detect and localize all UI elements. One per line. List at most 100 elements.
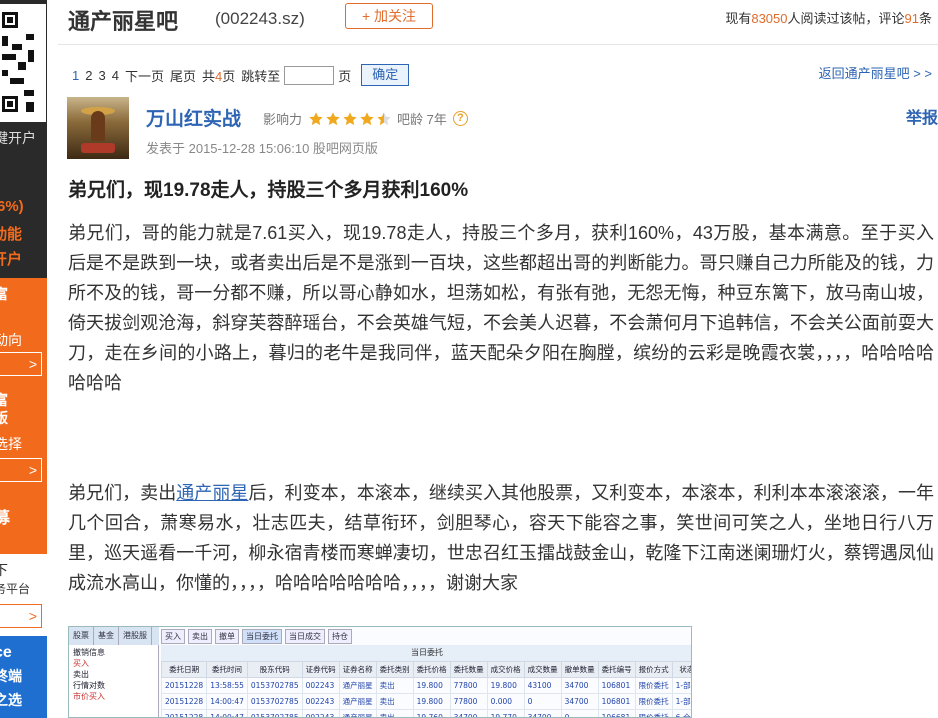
shot-tree: 撤销信息 买入 卖出 行情对数 市价买入: [69, 645, 159, 717]
shot-toolbar: 买入 卖出 撤单 当日委托 当日成交 持仓: [161, 629, 355, 644]
shot-panel-title: 当日委托: [161, 645, 691, 661]
shot-table-cell: 13:58:55: [206, 677, 248, 694]
shot-table-cell: 002243: [301, 677, 340, 694]
star-icon: [326, 111, 340, 125]
sidebar-block2-sub: 版: [0, 410, 8, 426]
shot-table-cell: 19.770: [486, 709, 525, 717]
rating-stars: [308, 111, 393, 127]
shot-table-header-cell: 委托编号: [597, 661, 636, 678]
sidebar-ad-block-1[interactable]: 富 动向 >: [0, 278, 47, 388]
shot-table-header-cell: 委托日期: [160, 661, 208, 678]
shot-table-cell: 19.800: [486, 677, 525, 694]
sidebar-block5-title: ce: [0, 644, 12, 661]
shot-table-cell: 0153702785: [246, 677, 303, 694]
page-unit: 页: [338, 68, 352, 84]
shot-table-header-cell: 撤单数量: [560, 661, 599, 678]
shot-table-cell: 通产丽星: [338, 677, 377, 694]
shot-table-cell: 77800: [449, 677, 488, 694]
sidebar-promo-line2: 动能: [0, 226, 23, 243]
bar-title[interactable]: 通产丽星吧: [68, 4, 178, 36]
shot-table-cell: 43100: [523, 677, 562, 694]
shot-toolbar-item: 持仓: [328, 629, 352, 644]
shot-table-cell: 0: [560, 709, 599, 717]
shot-table-header-cell: 成交价格: [486, 661, 525, 678]
sidebar-ad-block-5[interactable]: ce 终端 之选: [0, 636, 47, 718]
shot-table-body: 20151228 13:58:55 0153702785 002243 通产丽星 卖出 19…: [160, 677, 691, 717]
sidebar-block2-title: 富: [0, 392, 8, 408]
report-link[interactable]: 举报: [906, 104, 938, 128]
sidebar-ad-block-2[interactable]: 富 版 选择 >: [0, 388, 47, 498]
readers-count: 83050: [751, 11, 788, 26]
shot-table-cell: 34700: [449, 709, 488, 717]
sidebar-promo-line1: -6%): [0, 198, 24, 215]
shot-tree-item: 买入: [73, 659, 89, 668]
shot-table-cell: 通产丽星: [338, 693, 377, 710]
shot-table-cell: 77800: [449, 693, 488, 710]
sidebar-ad-block-3[interactable]: 募: [0, 498, 47, 554]
shot-table-header-cell: 状态说明: [671, 661, 691, 678]
para2-before: 弟兄们，卖出: [68, 483, 177, 503]
post-title: 弟兄们，现19.78走人，持股三个多月获利160%: [68, 180, 469, 201]
jump-page-input[interactable]: [284, 65, 335, 85]
star-icon: [309, 111, 323, 125]
star-icon: [377, 111, 391, 125]
shot-table-cell: 1-部成部撤: [671, 693, 691, 710]
post-paragraph-2: 弟兄们，卖出通产丽星后，利变本，本滚本，继续买入其他股票，又利变本，本滚本，利利…: [68, 478, 934, 598]
shot-table-cell: 限价委托: [634, 709, 673, 717]
sidebar-block1-title: 富: [0, 286, 8, 302]
header-divider: [58, 44, 938, 45]
shot-table-cell: 19.760: [412, 709, 451, 717]
jump-confirm-button[interactable]: 确定: [361, 64, 410, 86]
shot-table-header-cell: 报价方式: [634, 661, 673, 678]
shot-toolbar-item: 卖出: [188, 629, 212, 644]
page-link-3[interactable]: 3: [98, 68, 105, 83]
last-page-link[interactable]: 尾页: [170, 66, 196, 85]
shot-table-cell: 通产丽星: [338, 709, 377, 717]
sidebar-block2-arrow-button[interactable]: >: [0, 458, 42, 482]
shot-table-cell: 106681: [597, 709, 636, 717]
shot-table-cell: 19.800: [412, 677, 451, 694]
shot-table-row: 20151228 14:00:47 0153702785 002243 通产丽星 卖出 19…: [160, 709, 691, 717]
shot-table-cell: 14:00:47: [206, 709, 248, 717]
shot-table-header-cell: 委托数量: [449, 661, 488, 678]
sidebar-block1-arrow-button[interactable]: >: [0, 352, 42, 376]
follow-button[interactable]: + 加关注: [345, 3, 433, 29]
influence-label: 影响力: [263, 112, 303, 127]
sidebar-qr-label: 键开户: [0, 130, 36, 146]
shot-tab: 股票: [69, 627, 94, 645]
total-suffix: 页: [222, 68, 236, 84]
star-icon: [360, 111, 374, 125]
shot-table-cell: 卖出: [375, 709, 414, 717]
author-avatar[interactable]: [67, 97, 129, 159]
page-link-1[interactable]: 1: [72, 68, 79, 83]
shot-table-cell: 106801: [597, 693, 636, 710]
shot-table-header-cell: 证券名称: [338, 661, 377, 678]
qr-code-icon: [0, 4, 46, 122]
shot-table-cell: 0153702785: [246, 693, 303, 710]
page-link-4[interactable]: 4: [112, 68, 119, 83]
next-page-link[interactable]: 下一页: [125, 66, 164, 85]
trade-screenshot-image: 股票 基金 港股服 买入 卖出 撤单 当日委托 当日成交 持仓 撤销信息 买入 …: [68, 626, 692, 718]
shot-toolbar-item: 当日成交: [285, 629, 325, 644]
shot-table-header-cell: 委托价格: [412, 661, 451, 678]
page-link-2[interactable]: 2: [85, 68, 92, 83]
sidebar-ad-block-4[interactable]: 下 务平台 >: [0, 554, 47, 636]
shot-tree-item: 市价买入: [73, 692, 105, 701]
shot-table-cell: 20151228: [160, 677, 208, 694]
avatar-figure: [91, 111, 105, 141]
stock-link[interactable]: 通产丽星: [176, 483, 248, 503]
shot-table-cell: 19.800: [412, 693, 451, 710]
shot-tab: 基金: [94, 627, 119, 645]
author-name[interactable]: 万山红实战: [146, 104, 241, 131]
sidebar-block4-arrow-button[interactable]: >: [0, 604, 42, 628]
shot-table-cell: 1-部成部撤: [671, 677, 691, 694]
back-to-bar-link[interactable]: 返回通产丽星吧 > >: [819, 63, 932, 82]
comments-count: 91: [904, 11, 919, 26]
sidebar-block3-title: 募: [0, 510, 11, 527]
shot-toolbar-item: 撤单: [215, 629, 239, 644]
total-prefix: 共: [201, 68, 215, 84]
shot-tree-item: 卖出: [73, 670, 89, 679]
sidebar-block2-text: 选择: [0, 436, 22, 452]
help-icon[interactable]: ?: [452, 111, 468, 126]
pagination: 1 2 3 4 下一页 尾页 共4页 跳转至 页 确定: [72, 64, 410, 86]
